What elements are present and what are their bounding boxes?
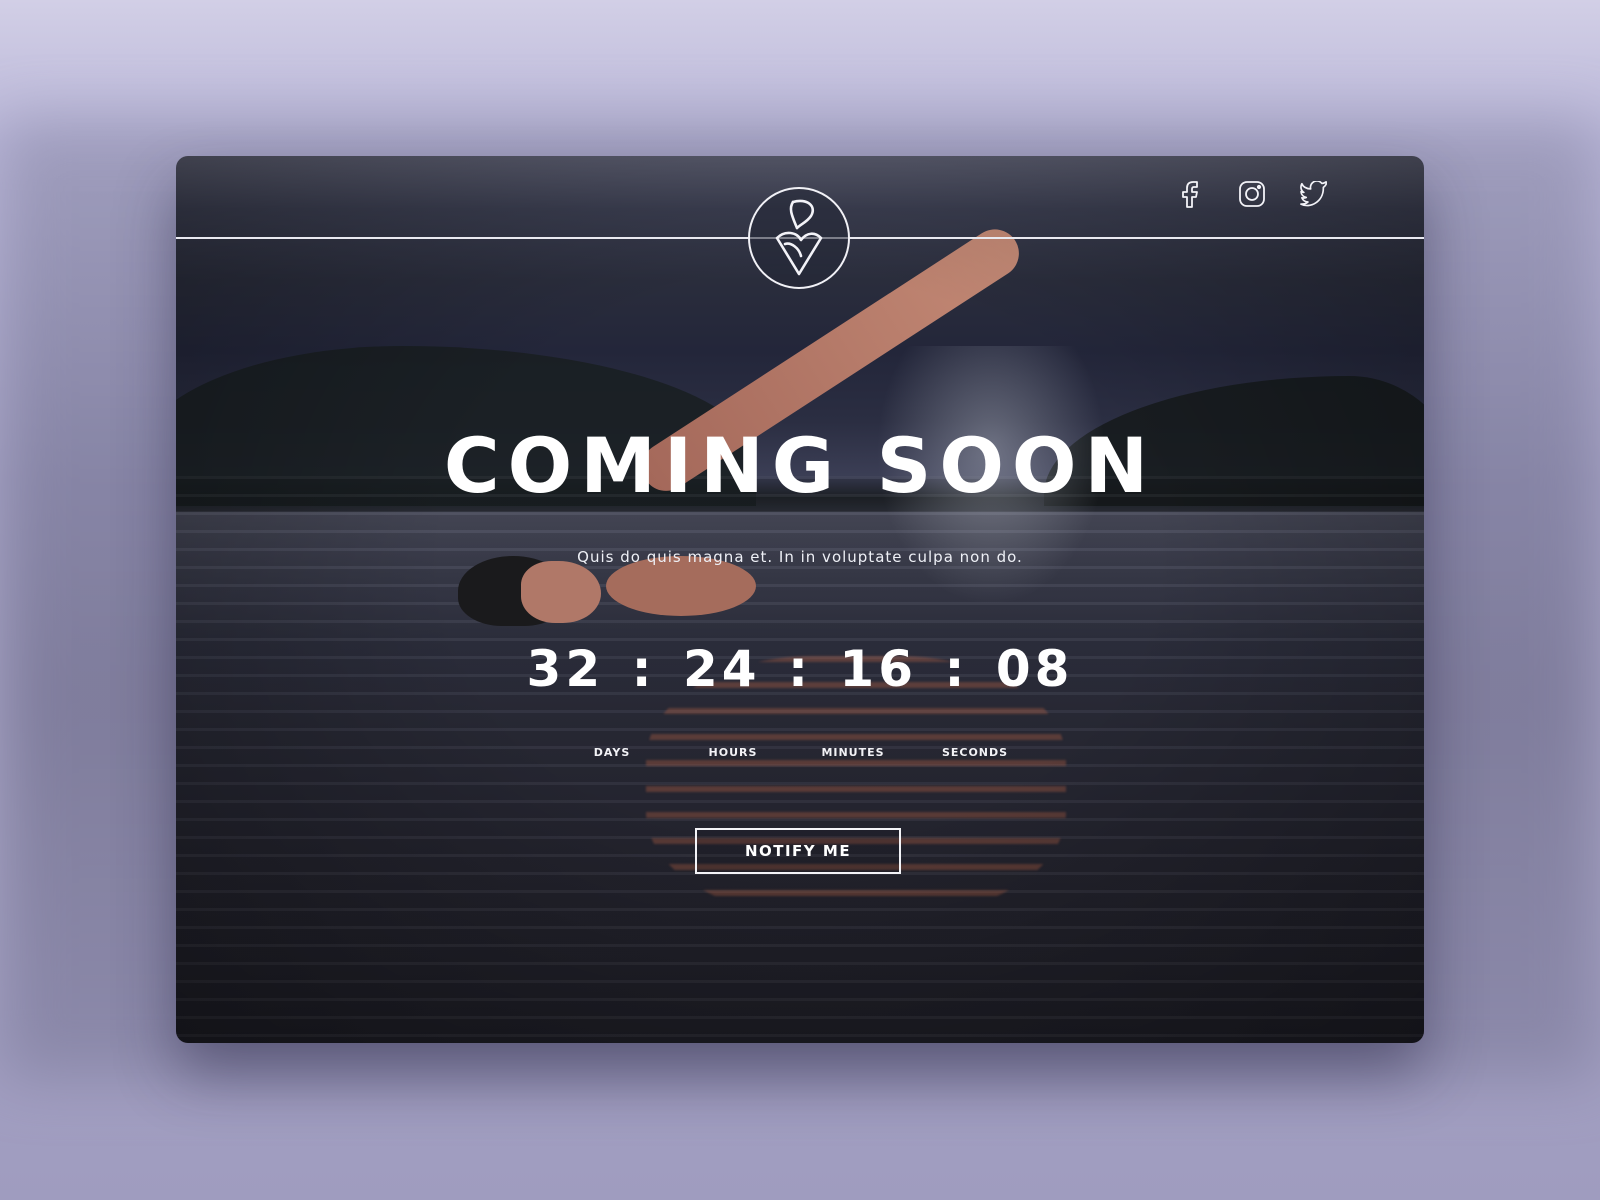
- countdown-hours: 24: [682, 640, 761, 698]
- vignette-overlay: [176, 156, 1424, 1043]
- brand-logo[interactable]: [748, 187, 850, 289]
- facebook-link[interactable]: [1176, 180, 1204, 208]
- social-links: [1176, 180, 1328, 208]
- countdown-timer: 32 : 24 : 16 : 08: [176, 644, 1424, 694]
- instagram-link[interactable]: [1238, 180, 1266, 208]
- label-hours: HOURS: [708, 746, 758, 759]
- countdown-minutes: 16: [839, 640, 918, 698]
- label-seconds: SECONDS: [941, 746, 1009, 759]
- countdown-days: 32: [526, 640, 605, 698]
- page-title: COMING SOON: [443, 421, 1157, 510]
- notify-me-button[interactable]: NOTIFY ME: [695, 828, 901, 874]
- coming-soon-card: COMING SOON Quis do quis magna et. In in…: [176, 156, 1424, 1043]
- swirl-drop-logo-icon: [775, 199, 823, 276]
- twitter-icon: [1300, 181, 1327, 207]
- label-days: DAYS: [593, 746, 631, 759]
- label-minutes: MINUTES: [821, 746, 885, 759]
- page-subtitle: Quis do quis magna et. In in voluptate c…: [577, 548, 1023, 566]
- twitter-link[interactable]: [1300, 180, 1328, 208]
- facebook-icon: [1182, 181, 1198, 208]
- countdown-seconds: 08: [995, 640, 1074, 698]
- instagram-icon: [1239, 181, 1265, 207]
- countdown-separator: :: [631, 640, 656, 698]
- countdown-separator: :: [788, 640, 812, 698]
- countdown-separator: :: [944, 640, 969, 698]
